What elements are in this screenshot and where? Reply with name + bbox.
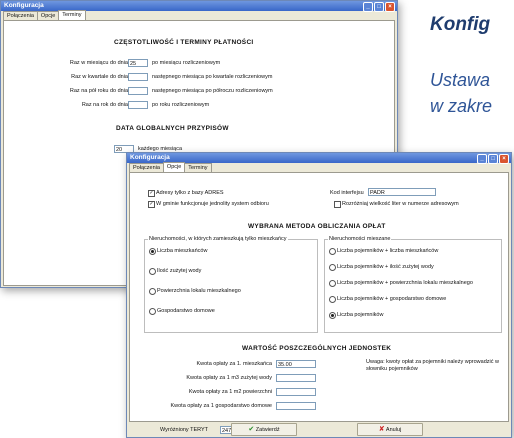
radio-label: Liczba mieszkańców bbox=[157, 248, 208, 254]
radio-pojemniki-mieszkancy[interactable] bbox=[329, 248, 336, 255]
radio-liczba-mieszkancow[interactable] bbox=[149, 248, 156, 255]
tab-bar: Połączenia Opcje Terminy bbox=[127, 162, 511, 172]
radio-gospodarstwo[interactable] bbox=[149, 308, 156, 315]
checkbox-rozroznij-label: Rozróżniaj wielkość liter w numerze adre… bbox=[342, 201, 459, 207]
kod-interfejsu-input[interactable]: PADR bbox=[368, 188, 436, 196]
radio-ilosc-wody[interactable] bbox=[149, 268, 156, 275]
radio-label: Liczba pojemników + ilość zużytej wody bbox=[337, 264, 434, 270]
row-suffix: następnego miesiąca po kwartale rozlicze… bbox=[152, 74, 273, 80]
minimize-icon[interactable]: _ bbox=[477, 154, 487, 164]
cancel-button-label: Anuluj bbox=[385, 427, 402, 433]
pojemniki-note: Uwaga: kwoty opłat za pojemniki należy w… bbox=[366, 359, 499, 372]
window-title: Konfiguracja bbox=[130, 154, 170, 161]
checkbox-gminie-label: W gminie funkcjonuje jednolity system od… bbox=[156, 201, 269, 207]
config-window-opcje: Konfiguracja _ □ × Połączenia Opcje Term… bbox=[126, 152, 512, 438]
group-mixed: Nieruchomości mieszane Liczba pojemników… bbox=[324, 236, 502, 333]
row-suffix: po miesiącu rozliczeniowym bbox=[152, 60, 221, 66]
group-residents-only: Nieruchomości, w których zamieszkują tyl… bbox=[144, 236, 318, 333]
close-icon[interactable]: × bbox=[499, 154, 509, 164]
kwota-powierzchnia-input[interactable] bbox=[276, 388, 316, 396]
radio-pojemniki-gospodarstwo[interactable] bbox=[329, 296, 336, 303]
radio-label: Liczba pojemników + gospodarstwo domowe bbox=[337, 296, 447, 302]
section-title-method: WYBRANA METODA OBLICZANIA OPŁAT bbox=[248, 223, 386, 230]
radio-label: Liczba pojemników + liczba mieszkańców bbox=[337, 248, 439, 254]
value-label: Kwota opłaty za 1 gospodarstwo domowe bbox=[170, 403, 272, 409]
day-input-yearly[interactable] bbox=[128, 101, 148, 109]
day-input-halfyear[interactable] bbox=[128, 87, 148, 95]
group-residents-only-title: Nieruchomości, w których zamieszkują tyl… bbox=[148, 236, 288, 242]
value-label: Kwota opłaty za 1. mieszkańca bbox=[196, 361, 272, 367]
radio-label: Ilość zużytej wody bbox=[157, 268, 202, 274]
checkmark-icon: ✔ bbox=[248, 426, 255, 433]
checkbox-adresy-label: Adresy tylko z bazy ADRES bbox=[156, 190, 224, 196]
row-label: Raz na rok do dnia bbox=[81, 102, 128, 108]
row-suffix: następnego miesiąca po półroczu rozlicze… bbox=[152, 88, 273, 94]
tab-terminy[interactable]: Terminy bbox=[58, 10, 86, 20]
opcje-panel: ✓ Adresy tylko z bazy ADRES ✓ W gminie f… bbox=[129, 172, 509, 434]
tab-terminy[interactable]: Terminy bbox=[184, 163, 212, 172]
save-button-label: Zatwierdź bbox=[255, 427, 280, 433]
slide-subtitle-line1: Ustawa bbox=[430, 70, 491, 90]
window-title: Konfiguracja bbox=[4, 2, 44, 9]
tab-bar: Połączenia Opcje Terminy bbox=[1, 10, 397, 20]
cancel-button[interactable]: ✘ Anuluj bbox=[357, 423, 423, 436]
row-suffix: po roku rozliczeniowym bbox=[152, 102, 210, 108]
tab-polaczenia[interactable]: Połączenia bbox=[3, 11, 38, 20]
slide-subtitle-line2: w zakre bbox=[430, 96, 493, 116]
tab-opcje[interactable]: Opcje bbox=[36, 11, 60, 20]
day-input-monthly[interactable]: 25 bbox=[128, 59, 148, 67]
section-title-global: DATA GLOBALNYCH PRZYPISÓW bbox=[116, 125, 229, 132]
group-mixed-title: Nieruchomości mieszane bbox=[328, 236, 392, 242]
kwota-gospodarstwo-input[interactable] bbox=[276, 402, 316, 410]
checkbox-adresy[interactable]: ✓ bbox=[148, 190, 155, 197]
radio-label: Gospodarstwo domowe bbox=[157, 308, 215, 314]
value-label: Kwota opłaty za 1 m3 zużytej wody bbox=[186, 375, 272, 381]
cross-icon: ✘ bbox=[378, 426, 385, 433]
teryt-label: Wyróżniony TERYT bbox=[160, 427, 209, 433]
radio-label: Liczba pojemników + powierzchnia lokalu … bbox=[337, 280, 473, 286]
section-title-frequency: CZĘSTOTLIWOŚĆ I TERMINY PŁATNOŚCI bbox=[114, 39, 254, 46]
tab-opcje[interactable]: Opcje bbox=[162, 162, 186, 172]
row-label: Raz na pół roku do dnia bbox=[69, 88, 128, 94]
kod-label: Kod interfejsu bbox=[330, 190, 364, 196]
maximize-icon[interactable]: □ bbox=[374, 2, 384, 12]
day-input-quarterly[interactable] bbox=[128, 73, 148, 81]
radio-pojemniki-powierzchnia[interactable] bbox=[329, 280, 336, 287]
value-label: Kwota opłaty za 1 m2 powierzchni bbox=[188, 389, 272, 395]
save-button[interactable]: ✔ Zatwierdź bbox=[231, 423, 297, 436]
radio-pojemniki-woda[interactable] bbox=[329, 264, 336, 271]
section-title-values: WARTOŚĆ POSZCZEGÓLNYCH JEDNOSTEK bbox=[242, 345, 392, 352]
kwota-mieszkanca-input[interactable]: 35.00 bbox=[276, 360, 316, 368]
radio-powierzchnia[interactable] bbox=[149, 288, 156, 295]
radio-label: Powierzchnia lokalu mieszkalnego bbox=[157, 288, 241, 294]
close-icon[interactable]: × bbox=[385, 2, 395, 12]
checkbox-rozroznij[interactable] bbox=[334, 201, 341, 208]
radio-pojemniki[interactable] bbox=[329, 312, 336, 319]
minimize-icon[interactable]: _ bbox=[363, 2, 373, 12]
kwota-woda-input[interactable] bbox=[276, 374, 316, 382]
row-label: Raz w miesiącu do dnia bbox=[69, 60, 128, 66]
radio-label: Liczba pojemników bbox=[337, 312, 384, 318]
tab-polaczenia[interactable]: Połączenia bbox=[129, 163, 164, 172]
maximize-icon[interactable]: □ bbox=[488, 154, 498, 164]
row-label: Raz w kwartale do dnia bbox=[71, 74, 128, 80]
checkbox-gminie[interactable]: ✓ bbox=[148, 201, 155, 208]
slide-title: Konfig bbox=[430, 14, 491, 35]
